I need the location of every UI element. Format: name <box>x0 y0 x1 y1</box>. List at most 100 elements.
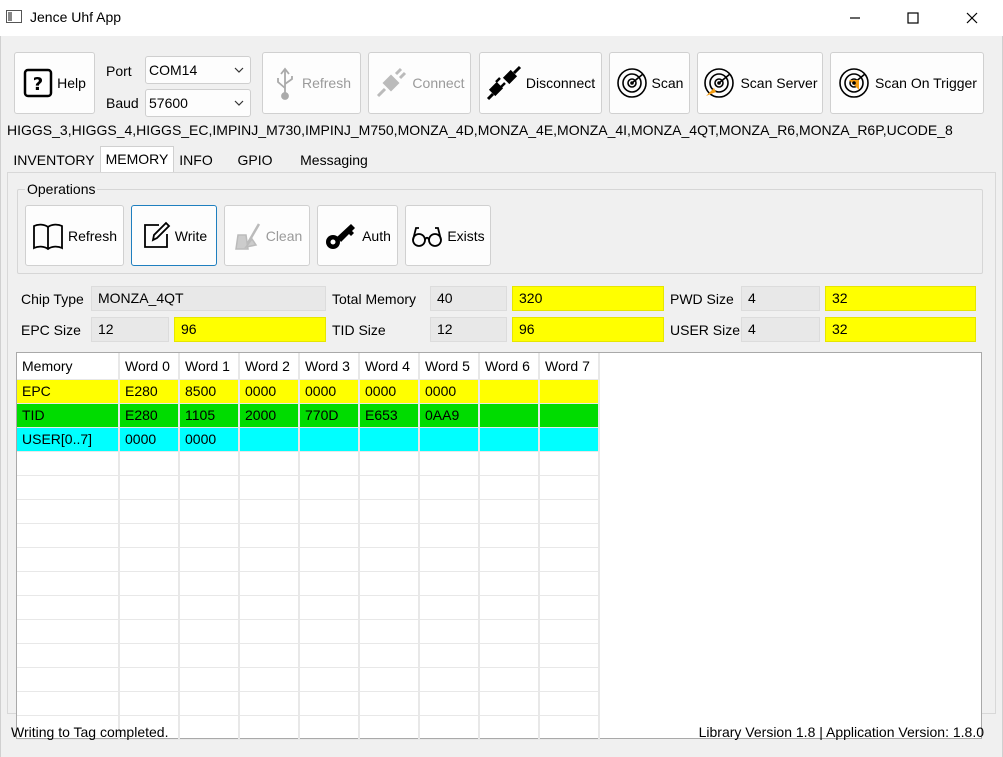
scan-server-button[interactable]: Scan Server <box>697 52 823 114</box>
table-cell[interactable]: 770D <box>299 403 360 428</box>
tab-inventory[interactable]: INVENTORY <box>9 148 99 172</box>
disconnect-button[interactable]: Disconnect <box>479 52 602 114</box>
table-row[interactable]: EPC E280 8500 0000 0000 0000 0000 <box>17 379 600 404</box>
baud-select[interactable]: 57600 <box>145 89 251 117</box>
table-row-empty <box>17 595 600 620</box>
column-header[interactable]: Word 6 <box>479 353 540 380</box>
clean-button[interactable]: Clean <box>224 205 310 266</box>
column-header[interactable]: Word 3 <box>299 353 360 380</box>
usb-icon <box>277 67 293 100</box>
tid-size-words-field: 12 <box>430 317 507 342</box>
tab-memory[interactable]: MEMORY <box>100 146 174 173</box>
port-value: COM14 <box>149 62 198 78</box>
table-cell[interactable] <box>539 403 600 428</box>
minimize-icon <box>850 17 860 19</box>
table-cell[interactable]: USER[0..7] <box>17 427 120 452</box>
key-icon <box>326 223 356 249</box>
total-memory-words-field: 40 <box>430 286 507 311</box>
disconnect-label: Disconnect <box>525 75 596 91</box>
total-memory-bits-field: 320 <box>512 286 664 311</box>
port-label: Port <box>106 63 132 79</box>
write-label: Write <box>174 227 208 244</box>
scan-button[interactable]: Scan <box>609 52 690 114</box>
chevron-down-icon <box>234 67 244 73</box>
help-icon: ? <box>23 68 53 98</box>
operations-title: Operations <box>25 181 98 197</box>
radar-trigger-icon <box>839 68 869 98</box>
epc-size-words-field: 12 <box>91 317 169 342</box>
table-row-empty <box>17 643 600 668</box>
maximize-button[interactable] <box>883 0 943 36</box>
glasses-icon <box>412 226 443 247</box>
clean-icon <box>234 222 260 250</box>
table-cell[interactable] <box>419 427 480 452</box>
scan-on-trigger-button[interactable]: Scan On Trigger <box>830 52 984 114</box>
column-header[interactable]: Word 4 <box>359 353 420 380</box>
connect-label: Connect <box>412 75 465 91</box>
column-header[interactable]: Word 1 <box>179 353 240 380</box>
minimize-button[interactable] <box>825 0 885 36</box>
column-header[interactable]: Memory <box>17 353 120 380</box>
scan-on-trigger-label: Scan On Trigger <box>875 75 977 91</box>
help-button[interactable]: ? Help <box>14 52 95 114</box>
pwd-size-words-field: 4 <box>741 286 820 311</box>
table-row-empty <box>17 523 600 548</box>
memory-refresh-label: Refresh <box>67 227 118 244</box>
table-cell[interactable]: 2000 <box>239 403 300 428</box>
table-cell[interactable] <box>299 427 360 452</box>
pwd-size-bits-field: 32 <box>825 286 976 311</box>
port-select[interactable]: COM14 <box>145 56 251 84</box>
tab-gpio[interactable]: GPIO <box>233 148 277 172</box>
write-button[interactable]: Write <box>131 205 217 266</box>
tab-info[interactable]: INFO <box>175 148 217 172</box>
radar-icon <box>616 68 647 98</box>
exists-button[interactable]: Exists <box>405 205 491 266</box>
tab-messaging[interactable]: Messaging <box>294 148 374 172</box>
table-row-empty <box>17 451 600 476</box>
column-header[interactable]: Word 0 <box>119 353 180 380</box>
memory-refresh-button[interactable]: Refresh <box>25 205 124 266</box>
table-cell[interactable] <box>479 427 540 452</box>
table-cell[interactable]: 0000 <box>179 427 240 452</box>
table-cell[interactable] <box>539 379 600 404</box>
table-cell[interactable]: TID <box>17 403 120 428</box>
table-cell[interactable] <box>239 427 300 452</box>
memory-table[interactable]: Memory Word 0 Word 1 Word 2 Word 3 Word … <box>16 352 982 740</box>
table-cell[interactable]: E280 <box>119 379 180 404</box>
table-cell[interactable]: 0000 <box>359 379 420 404</box>
table-cell[interactable]: 0000 <box>299 379 360 404</box>
table-cell[interactable]: E653 <box>359 403 420 428</box>
user-size-words-field: 4 <box>741 317 820 342</box>
table-row-empty <box>17 499 600 524</box>
refresh-ports-button[interactable]: Refresh <box>262 52 361 114</box>
table-cell[interactable] <box>479 379 540 404</box>
tid-size-label: TID Size <box>332 322 386 338</box>
chip-type-field: MONZA_4QT <box>91 286 326 311</box>
table-row-empty <box>17 667 600 692</box>
table-cell[interactable]: 0000 <box>239 379 300 404</box>
table-cell[interactable]: EPC <box>17 379 120 404</box>
column-header[interactable]: Word 2 <box>239 353 300 380</box>
table-cell[interactable]: E280 <box>119 403 180 428</box>
connect-button[interactable]: Connect <box>368 52 471 114</box>
table-row-empty <box>17 547 600 572</box>
table-cell[interactable] <box>359 427 420 452</box>
unplug-icon <box>486 65 521 101</box>
chip-type-label: Chip Type <box>21 291 84 307</box>
table-row-empty <box>17 571 600 596</box>
auth-button[interactable]: Auth <box>317 205 398 266</box>
table-cell[interactable]: 8500 <box>179 379 240 404</box>
table-row[interactable]: USER[0..7] 0000 0000 <box>17 427 600 452</box>
table-cell[interactable]: 0000 <box>119 427 180 452</box>
table-cell[interactable]: 0000 <box>419 379 480 404</box>
table-cell[interactable] <box>479 403 540 428</box>
close-button[interactable] <box>942 0 1002 36</box>
main-window: ? Help Port COM14 Baud 57600 Refresh Con… <box>0 36 1003 757</box>
table-row[interactable]: TID E280 1105 2000 770D E653 0AA9 <box>17 403 600 428</box>
table-header-row: Memory Word 0 Word 1 Word 2 Word 3 Word … <box>17 353 600 380</box>
table-cell[interactable]: 1105 <box>179 403 240 428</box>
table-cell[interactable] <box>539 427 600 452</box>
column-header[interactable]: Word 7 <box>539 353 600 380</box>
table-cell[interactable]: 0AA9 <box>419 403 480 428</box>
column-header[interactable]: Word 5 <box>419 353 480 380</box>
